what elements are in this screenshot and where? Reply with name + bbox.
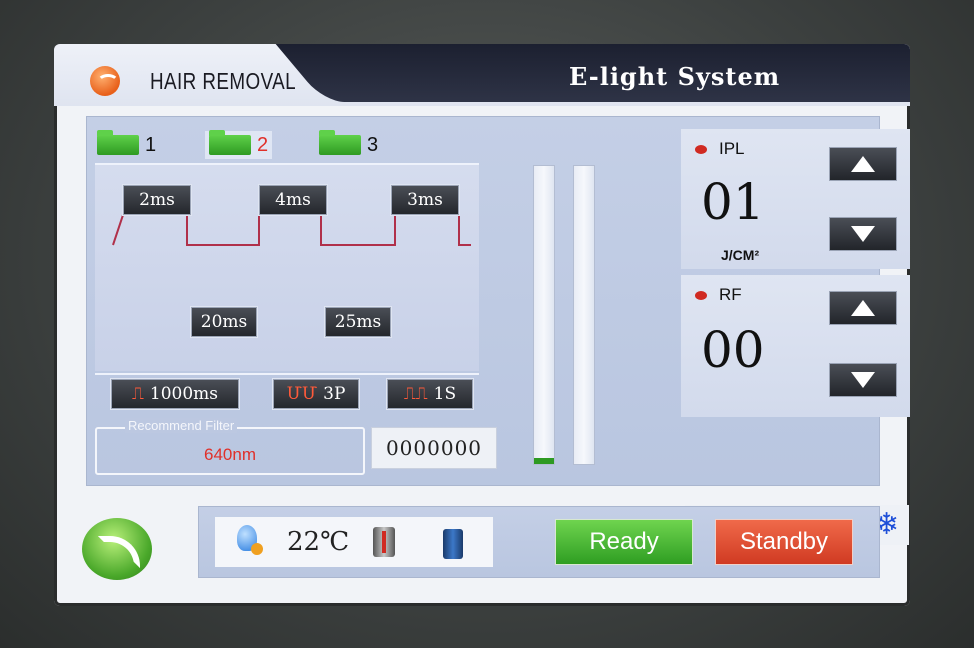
pulse-delay-1-button[interactable]: 20ms <box>191 307 257 337</box>
repeat-button[interactable]: ⎍⎍ 1S <box>387 379 473 409</box>
multi-pulse-icon: ՄՄ <box>286 384 318 404</box>
ipl-indicator-dot <box>695 145 707 154</box>
energy-level-fill <box>534 458 554 464</box>
main-panel: 1 2 3 2ms 4ms 3ms 20ms 25ms ⎍ 1000ms ՄՄ <box>86 116 910 545</box>
tab-label: 2 <box>257 133 269 156</box>
up-arrow-icon <box>851 300 875 316</box>
pulse-count-value: 3P <box>323 384 346 404</box>
repeat-value: 1S <box>433 384 457 404</box>
secondary-level-bar <box>573 165 595 465</box>
bulb-icon <box>237 525 263 555</box>
ipl-label: IPL <box>719 139 745 158</box>
folder-open-icon <box>209 130 251 155</box>
pulse-delay-2-button[interactable]: 25ms <box>325 307 391 337</box>
rf-up-button[interactable] <box>829 291 897 325</box>
interval-button[interactable]: ⎍ 1000ms <box>111 379 239 409</box>
tab-3[interactable]: 3 <box>319 130 379 159</box>
folder-icon <box>319 130 361 155</box>
energy-level-bar <box>533 165 555 465</box>
water-flow-icon <box>373 527 395 557</box>
filter-label: Recommend Filter <box>125 418 238 433</box>
touch-screen: HAIR REMOVAL E-light System 1 2 3 2ms 4m… <box>54 44 910 606</box>
ipl-up-button[interactable] <box>829 147 897 181</box>
down-arrow-icon <box>851 226 875 242</box>
repeat-icon: ⎍⎍ <box>403 384 428 404</box>
rf-value: 00 <box>701 321 765 379</box>
ipl-value: 01 <box>701 173 765 231</box>
pulse-width-3-button[interactable]: 3ms <box>391 185 459 215</box>
tab-label: 1 <box>145 133 157 156</box>
back-button[interactable] <box>82 518 152 580</box>
up-arrow-icon <box>851 156 875 172</box>
down-arrow-icon <box>851 372 875 388</box>
rf-label: RF <box>719 285 742 304</box>
tab-1[interactable]: 1 <box>97 130 157 159</box>
pulse-count-button[interactable]: ՄՄ 3P <box>273 379 359 409</box>
divider <box>95 373 479 375</box>
filter-box: Recommend Filter 640nm <box>95 418 365 475</box>
tab-2[interactable]: 2 <box>205 130 273 159</box>
ipl-panel: IPL 01 J/CM² <box>681 129 910 269</box>
interval-value: 1000ms <box>149 384 218 404</box>
folder-icon <box>97 130 139 155</box>
app-title: HAIR REMOVAL <box>150 68 297 94</box>
rf-indicator-dot <box>695 291 707 300</box>
water-tank-icon <box>443 529 463 559</box>
status-info: 22℃ <box>215 517 493 567</box>
hand-logo-icon <box>90 66 120 96</box>
ipl-unit: J/CM² <box>721 247 760 263</box>
temperature-value: 22℃ <box>287 527 350 557</box>
pulse-waveform-panel: 2ms 4ms 3ms 20ms 25ms <box>95 163 479 371</box>
standby-button[interactable]: Standby <box>715 519 853 565</box>
pulse-icon: ⎍ <box>131 384 144 404</box>
ready-button[interactable]: Ready <box>555 519 693 565</box>
pulse-width-2-button[interactable]: 4ms <box>259 185 327 215</box>
tab-label: 3 <box>367 133 379 156</box>
shot-counter: 0000000 <box>371 427 497 469</box>
filter-value: 640nm <box>204 445 256 464</box>
rf-down-button[interactable] <box>829 363 897 397</box>
pulse-width-1-button[interactable]: 2ms <box>123 185 191 215</box>
ipl-down-button[interactable] <box>829 217 897 251</box>
status-bar: 22℃ Ready Standby <box>198 506 880 578</box>
system-title: E-light System <box>569 62 781 91</box>
rf-panel: RF 00 <box>681 275 910 417</box>
